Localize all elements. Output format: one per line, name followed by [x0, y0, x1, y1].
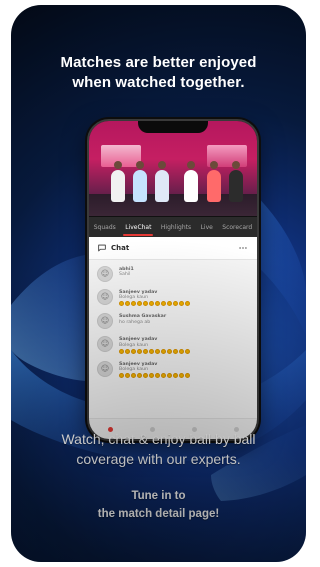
chat-message-body: Sanjeev yadav Bolega kaun — [119, 289, 190, 307]
headline-line-1: Matches are better enjoyed — [60, 54, 257, 71]
host-figure — [111, 161, 125, 202]
tab-squads[interactable]: Squads — [92, 221, 118, 234]
emoji-icon — [131, 301, 136, 307]
cta-line-1: Tune in to — [131, 490, 186, 502]
tab-highlights[interactable]: Highlights — [159, 221, 193, 234]
avatar-icon: ☺ — [97, 313, 113, 330]
cta-line-2: the match detail page! — [97, 508, 220, 520]
emoji-icon — [161, 348, 166, 354]
emoji-icon — [119, 348, 124, 354]
emoji-icon — [137, 373, 142, 379]
tab-scorecard[interactable]: Scorecard — [220, 221, 254, 234]
emoji-icon — [185, 301, 190, 307]
host-figure — [155, 161, 169, 202]
chat-panel: Chat ☺ abhi1 Sahil ☺ Sanjeev yadav Boleg… — [89, 237, 257, 419]
emoji-icon — [179, 373, 184, 379]
headline: Matches are better enjoyed when watched … — [11, 53, 306, 93]
emoji-icon — [125, 373, 130, 379]
emoji-icon — [143, 373, 148, 379]
headline-line-2: when watched together. — [72, 74, 245, 91]
avatar-icon: ☺ — [97, 336, 113, 353]
chat-text: Bolega kaun — [119, 295, 149, 301]
phone-notch — [138, 121, 208, 133]
avatar-icon: ☺ — [97, 266, 113, 282]
chat-header: Chat — [89, 237, 257, 260]
emoji-icon — [137, 348, 142, 354]
chat-text: Sahil — [119, 272, 131, 278]
emoji-icon — [167, 373, 172, 379]
chat-message: ☺ Sanjeev yadav Bolega kaun — [97, 336, 249, 354]
chat-message: ☺ Sanjeev yadav Bolega kaun — [97, 289, 249, 307]
subtext-line-2: coverage with our experts. — [76, 451, 241, 467]
phone-mockup: Squads LiveChat Highlights Live Scorecar… — [87, 119, 259, 441]
emoji-icon — [167, 301, 172, 307]
chat-message: ☺ Sanjeev yadav Bolega kaun — [97, 360, 249, 379]
emoji-icon — [143, 348, 148, 354]
emoji-icon — [149, 301, 154, 307]
chat-text: ho rahega ab — [119, 319, 151, 325]
chat-message-body: Sanjeev yadav Bolega kaun — [119, 361, 190, 379]
emoji-row — [119, 348, 190, 354]
promo-card: Matches are better enjoyed when watched … — [11, 5, 306, 562]
video-preview — [89, 121, 257, 216]
tab-livechat[interactable]: LiveChat — [123, 221, 154, 236]
subtext-line-1: Watch, chat & enjoy ball by ball — [61, 431, 256, 447]
host-figure — [207, 161, 221, 202]
emoji-icon — [119, 301, 124, 307]
emoji-icon — [161, 373, 166, 379]
chat-text: Bolega kaun — [119, 366, 149, 372]
chat-message-body: Sushma Gavaskar ho rahega ab — [119, 313, 166, 324]
emoji-icon — [131, 373, 136, 379]
emoji-icon — [119, 373, 124, 379]
emoji-icon — [131, 348, 136, 354]
subtext: Watch, chat & enjoy ball by ball coverag… — [11, 429, 306, 469]
avatar-icon: ☺ — [97, 289, 113, 305]
emoji-icon — [179, 301, 184, 307]
chat-text: Bolega kaun — [119, 342, 149, 348]
cta-text: Tune in to the match detail page! — [11, 487, 306, 523]
host-figure — [133, 161, 147, 202]
avatar-icon: ☺ — [97, 360, 113, 377]
emoji-icon — [185, 348, 190, 354]
emoji-icon — [161, 301, 166, 307]
emoji-icon — [149, 348, 154, 354]
emoji-icon — [137, 301, 142, 307]
host-figure — [184, 161, 198, 202]
emoji-icon — [185, 373, 190, 379]
emoji-icon — [149, 373, 154, 379]
chat-message-body: abhi1 Sahil — [119, 266, 134, 277]
more-icon[interactable] — [237, 243, 249, 253]
emoji-icon — [173, 348, 178, 354]
emoji-row — [119, 373, 190, 379]
emoji-icon — [143, 301, 148, 307]
emoji-icon — [125, 301, 130, 307]
chat-bubble-icon — [97, 243, 107, 253]
emoji-icon — [167, 348, 172, 354]
chat-messages: ☺ abhi1 Sahil ☺ Sanjeev yadav Bolega kau… — [89, 260, 257, 379]
emoji-icon — [173, 373, 178, 379]
match-tabs: Squads LiveChat Highlights Live Scorecar… — [89, 217, 257, 237]
emoji-icon — [179, 348, 184, 354]
emoji-icon — [173, 301, 178, 307]
tab-live[interactable]: Live — [199, 221, 215, 234]
chat-message: ☺ abhi1 Sahil — [97, 266, 249, 282]
emoji-icon — [155, 301, 160, 307]
emoji-icon — [155, 373, 160, 379]
emoji-row — [119, 301, 190, 307]
chat-username: Sushma Gavaskar — [119, 314, 167, 320]
host-figure — [229, 161, 243, 202]
chat-message: ☺ Sushma Gavaskar ho rahega ab — [97, 313, 249, 330]
chat-title: Chat — [111, 244, 130, 252]
emoji-icon — [125, 348, 130, 354]
chat-message-body: Sanjeev yadav Bolega kaun — [119, 336, 190, 354]
emoji-icon — [155, 348, 160, 354]
